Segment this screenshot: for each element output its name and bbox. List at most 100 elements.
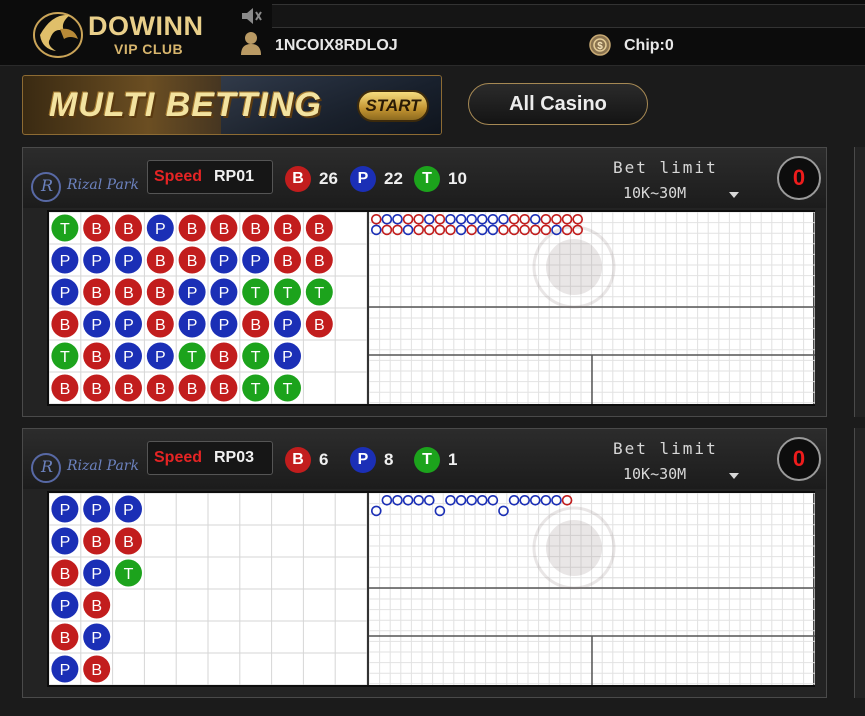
tie-count-icon: T: [414, 447, 440, 473]
svg-text:B: B: [91, 221, 102, 238]
provider-name: Rizal Park: [67, 177, 139, 193]
room-badge[interactable]: Speed RP03: [147, 441, 273, 475]
svg-text:B: B: [187, 253, 198, 270]
top-bar: DOWINN VIP CLUB 1NCOIX8RDLOJ $ Chip:0: [0, 0, 865, 66]
bead-player: P: [115, 495, 142, 523]
svg-text:P: P: [60, 534, 71, 551]
bead-banker: B: [115, 278, 142, 306]
table-card-rp01[interactable]: Rizal Park Speed RP01 B 26 P 22 T 10 Bet…: [22, 147, 827, 417]
svg-text:T: T: [251, 349, 261, 366]
svg-text:B: B: [155, 381, 166, 398]
svg-text:B: B: [123, 534, 134, 551]
svg-text:B: B: [187, 221, 198, 238]
svg-text:P: P: [123, 502, 134, 519]
bet-limit-label: Bet limit: [613, 439, 718, 458]
table-card-rp03[interactable]: Rizal Park Speed RP03 B 6 P 8 T 1 Bet li…: [22, 428, 827, 698]
player-count: 8: [384, 450, 394, 469]
bet-limit-value[interactable]: 10K~30M: [623, 184, 686, 202]
svg-text:B: B: [282, 253, 293, 270]
speaker-mute-icon[interactable]: [240, 6, 262, 26]
big-road: [367, 212, 815, 404]
bead-banker: B: [83, 655, 111, 683]
svg-text:B: B: [219, 221, 230, 238]
svg-text:B: B: [91, 662, 102, 679]
bead-banker: B: [178, 246, 206, 274]
svg-text:B: B: [155, 285, 166, 302]
bead-player: P: [83, 495, 111, 523]
chevron-down-icon[interactable]: [729, 192, 739, 198]
bead-player: P: [83, 310, 111, 338]
bet-limit-value[interactable]: 10K~30M: [623, 465, 686, 483]
announcement-ticker: [272, 4, 865, 28]
bead-player: P: [146, 342, 174, 370]
username: 1NCOIX8RDLOJ: [275, 37, 398, 54]
tie-count: 1: [448, 450, 458, 469]
bead-tie: T: [51, 214, 79, 242]
svg-text:B: B: [155, 253, 166, 270]
rizal-park-crest-icon: [31, 172, 61, 202]
bead-player: P: [51, 495, 79, 523]
bead-player: P: [210, 246, 238, 274]
bead-banker: B: [83, 527, 111, 555]
bead-tie: T: [305, 278, 333, 306]
svg-text:P: P: [282, 349, 293, 366]
banner-title: MULTI BETTING: [49, 86, 322, 124]
svg-text:P: P: [219, 285, 230, 302]
svg-text:B: B: [91, 349, 102, 366]
bead-banker: B: [305, 214, 333, 242]
svg-text:P: P: [155, 221, 166, 238]
bead-player: P: [178, 278, 206, 306]
bead-player: P: [274, 310, 301, 338]
bead-banker: B: [242, 310, 270, 338]
svg-text:T: T: [283, 285, 293, 302]
table-header: Rizal Park Speed RP03 B 6 P 8 T 1 Bet li…: [23, 429, 826, 489]
bead-banker: B: [51, 374, 79, 402]
svg-text:T: T: [124, 566, 134, 583]
svg-text:P: P: [123, 253, 134, 270]
bead-tie: T: [115, 559, 142, 587]
bead-player: P: [83, 623, 111, 651]
bead-banker: B: [146, 246, 174, 274]
svg-text:P: P: [219, 317, 230, 334]
dowinn-logo[interactable]: DOWINN VIP CLUB: [30, 5, 230, 60]
bead-player: P: [51, 278, 79, 306]
countdown-badge: 0: [777, 156, 821, 200]
speed-label: Speed: [154, 449, 203, 466]
svg-text:B: B: [60, 317, 71, 334]
svg-text:B: B: [187, 381, 198, 398]
rizal-park-logo: Rizal Park: [27, 160, 145, 202]
svg-text:B: B: [60, 381, 71, 398]
svg-text:P: P: [91, 630, 102, 647]
svg-text:T: T: [187, 349, 197, 366]
start-button[interactable]: START: [357, 90, 429, 122]
bead-banker: B: [305, 310, 333, 338]
bead-player: P: [51, 655, 79, 683]
bead-banker: B: [178, 214, 206, 242]
rizal-park-crest-icon: [31, 453, 61, 483]
all-casino-button[interactable]: All Casino: [468, 83, 648, 125]
svg-text:P: P: [60, 285, 71, 302]
svg-text:P: P: [60, 662, 71, 679]
room-badge[interactable]: Speed RP01: [147, 160, 273, 194]
provider-name: Rizal Park: [67, 458, 139, 474]
banker-count: 26: [319, 169, 338, 188]
bead-banker: B: [115, 374, 142, 402]
svg-text:$: $: [597, 41, 603, 52]
svg-text:T: T: [314, 285, 324, 302]
bead-tie: T: [242, 342, 270, 370]
chevron-down-icon[interactable]: [729, 473, 739, 479]
bet-limit-label: Bet limit: [613, 158, 718, 177]
svg-text:B: B: [314, 253, 325, 270]
player-count-icon: P: [350, 447, 376, 473]
chip-balance: Chip:0: [624, 37, 674, 54]
banker-count-icon: B: [285, 447, 311, 473]
svg-text:B: B: [314, 221, 325, 238]
bead-banker: B: [242, 214, 270, 242]
rizal-park-watermark-icon: [532, 506, 616, 590]
room-code: RP01: [214, 168, 255, 185]
svg-text:B: B: [219, 381, 230, 398]
bead-player: P: [83, 559, 111, 587]
multi-betting-banner[interactable]: MULTI BETTING START: [22, 75, 442, 135]
speed-label: Speed: [154, 168, 203, 185]
bead-banker: B: [115, 214, 142, 242]
